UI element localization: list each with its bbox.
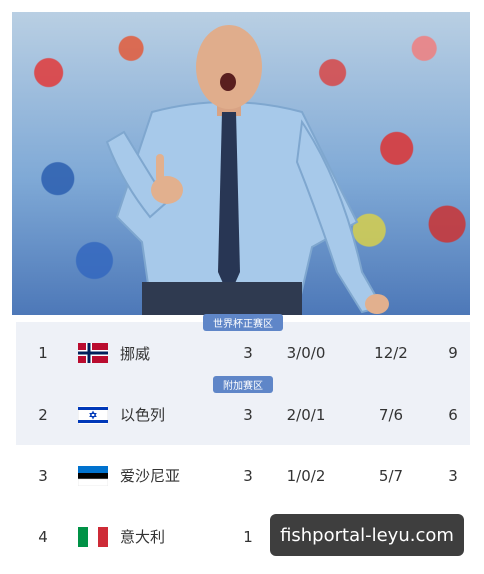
italy-flag-icon — [70, 526, 116, 547]
table-row: 世界杯正赛区 1 挪威 3 3/0/0 12/2 9 — [16, 314, 470, 384]
win-draw-loss: 1/0/2 — [286, 466, 326, 485]
table-row: 附加赛区 2 以色列 3 2/0/1 7/6 6 — [16, 376, 470, 445]
goals: 7/6 — [378, 405, 404, 424]
win-draw-loss: 2/0/1 — [286, 405, 326, 424]
team-name: 爱沙尼亚 — [120, 467, 181, 485]
played: 3 — [243, 405, 253, 424]
team-name: 挪威 — [120, 344, 151, 363]
coach-photo — [12, 12, 470, 315]
playoff-zone-badge: 附加赛区 — [213, 376, 273, 393]
points: 3 — [448, 466, 458, 485]
site-watermark: fishportal-leyu.com — [270, 514, 464, 556]
table-row: 3 爱沙尼亚 3 1/0/2 5/7 3 — [16, 445, 470, 506]
norway-flag-icon — [70, 343, 116, 363]
played: 3 — [243, 466, 253, 485]
rank: 3 — [38, 466, 48, 485]
coach-figure-illustration — [105, 25, 389, 315]
rank: 2 — [38, 405, 48, 424]
points: 6 — [448, 405, 458, 424]
win-draw-loss: 3/0/0 — [286, 344, 326, 362]
rank: 1 — [38, 344, 48, 362]
team-name: 意大利 — [120, 528, 166, 546]
israel-flag-icon — [70, 404, 116, 425]
played: 3 — [243, 344, 253, 362]
team-name: 以色列 — [120, 406, 166, 424]
played: 1 — [243, 527, 253, 546]
world-cup-zone-badge: 世界杯正赛区 — [203, 314, 283, 331]
points: 9 — [448, 344, 458, 362]
rank: 4 — [38, 527, 48, 546]
goals: 12/2 — [374, 344, 408, 362]
goals: 5/7 — [378, 466, 404, 485]
estonia-flag-icon — [70, 465, 116, 486]
